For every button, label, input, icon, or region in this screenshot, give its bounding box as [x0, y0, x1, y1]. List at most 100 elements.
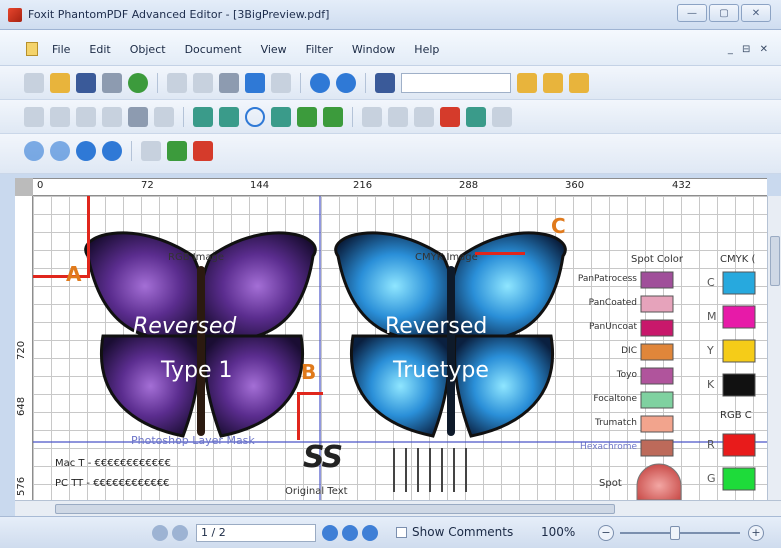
horizontal-scrollbar[interactable] [15, 500, 781, 516]
zoom-out-icon[interactable] [336, 73, 356, 93]
ellipse-tool-icon[interactable] [245, 107, 265, 127]
status-end-icon[interactable] [362, 525, 378, 541]
menu-object[interactable]: Object [130, 43, 166, 56]
horizontal-ruler: 0 72 144 216 288 360 432 [15, 178, 767, 196]
swatch-letter: M [707, 310, 717, 323]
text-format-icon[interactable] [102, 107, 122, 127]
arrange-icon[interactable] [414, 107, 434, 127]
find-previous-icon[interactable] [517, 73, 537, 93]
spot-dome-sample [636, 463, 682, 500]
annotation-b-vertical-line [297, 392, 300, 440]
zoom-slider-thumb[interactable] [670, 526, 680, 540]
menu-file[interactable]: File [52, 43, 70, 56]
find-options-icon[interactable] [569, 73, 589, 93]
menu-document[interactable]: Document [185, 43, 242, 56]
spot-name: PanCoated [588, 298, 637, 308]
menu-view[interactable]: View [261, 43, 287, 56]
ruler-tick: 360 [565, 180, 585, 191]
add-text-icon[interactable] [128, 107, 148, 127]
properties-icon[interactable] [492, 107, 512, 127]
find-next-icon[interactable] [543, 73, 563, 93]
select-tool-icon[interactable] [193, 107, 213, 127]
menu-filter[interactable]: Filter [306, 43, 333, 56]
menu-help[interactable]: Help [414, 43, 439, 56]
zoom-slider-track[interactable] [620, 532, 740, 534]
text-object-icon[interactable] [24, 107, 44, 127]
status-next-page-icon[interactable] [322, 525, 338, 541]
find-input[interactable] [401, 73, 511, 93]
show-comments-checkbox[interactable] [396, 527, 407, 538]
shape-tool-icon[interactable] [271, 107, 291, 127]
ruler-tick: 288 [459, 180, 479, 191]
status-last-page-icon[interactable] [342, 525, 358, 541]
rgb-image-label: RGB Image [168, 252, 225, 263]
cut-icon[interactable] [167, 73, 187, 93]
text-frame-icon[interactable] [154, 107, 174, 127]
toolbar-separator [131, 141, 132, 161]
vertical-scroll-thumb[interactable] [770, 236, 780, 286]
join-text-icon[interactable] [50, 107, 70, 127]
minimize-button[interactable]: — [677, 4, 707, 22]
cmyk-rgb-swatches [722, 271, 756, 491]
layer-mask-label: Photoshop Layer Mask [131, 434, 255, 447]
toolbar-separator [352, 107, 353, 127]
print-icon[interactable] [102, 73, 122, 93]
undo-icon[interactable] [245, 73, 265, 93]
info-icon[interactable] [128, 73, 148, 93]
butterfly2-text-line2: Truetype [393, 358, 489, 383]
first-page-icon[interactable] [24, 141, 44, 161]
new-document-icon[interactable] [24, 73, 44, 93]
zoom-in-button[interactable]: + [748, 525, 764, 541]
document-canvas[interactable]: RGB Image CMYK Image Reversed Type 1 Rev… [33, 196, 767, 500]
ruler-tick: 72 [141, 180, 154, 191]
align-icon[interactable] [362, 107, 382, 127]
transform-icon[interactable] [466, 107, 486, 127]
vertical-ruler: 720 648 576 [15, 196, 33, 500]
document-window-controls[interactable]: _ ⊟ ✕ [728, 44, 771, 55]
redo-icon[interactable] [271, 73, 291, 93]
menu-window[interactable]: Window [352, 43, 395, 56]
marquee-tool-icon[interactable] [219, 107, 239, 127]
image-add-icon[interactable] [297, 107, 317, 127]
ruler-corner [15, 178, 33, 196]
horizontal-scroll-thumb[interactable] [55, 504, 615, 514]
status-bar: 1 / 2 Show Comments 100% − + [0, 516, 781, 548]
maximize-button[interactable]: ▢ [709, 4, 739, 22]
zoom-in-icon[interactable] [310, 73, 330, 93]
status-first-page-icon[interactable] [152, 525, 168, 541]
page-thumbnail-icon[interactable] [141, 141, 161, 161]
swatch-letter: R [707, 438, 715, 451]
pc-font-sample: PC TT - €€€€€€€€€€€€ [55, 478, 170, 489]
vertical-scrollbar[interactable] [767, 196, 781, 500]
toolbar-navigation [0, 134, 781, 174]
previous-page-icon[interactable] [50, 141, 70, 161]
close-button[interactable]: ✕ [741, 4, 771, 22]
annotation-c-label: C [551, 214, 566, 238]
menu-bar: File Edit Object Document View Filter Wi… [0, 30, 781, 66]
butterfly1-text-line1: Reversed [133, 314, 237, 339]
layer-icon[interactable] [388, 107, 408, 127]
save-icon[interactable] [76, 73, 96, 93]
original-text-label: Original Text [285, 486, 348, 497]
delete-object-icon[interactable] [440, 107, 460, 127]
copy-icon[interactable] [193, 73, 213, 93]
binoculars-find-icon[interactable] [375, 73, 395, 93]
zoom-out-button[interactable]: − [598, 525, 614, 541]
delete-page-icon[interactable] [193, 141, 213, 161]
open-folder-icon[interactable] [50, 73, 70, 93]
next-page-icon[interactable] [76, 141, 96, 161]
image-edit-icon[interactable] [323, 107, 343, 127]
status-prev-page-icon[interactable] [172, 525, 188, 541]
annotation-c-line [475, 252, 525, 255]
ruler-tick: 216 [353, 180, 373, 191]
swatch-letter: G [707, 472, 716, 485]
title-bar: Foxit PhantomPDF Advanced Editor - [3Big… [0, 0, 781, 30]
menu-edit[interactable]: Edit [89, 43, 110, 56]
ruler-tick: 576 [16, 476, 27, 496]
split-text-icon[interactable] [76, 107, 96, 127]
page-number-input[interactable]: 1 / 2 [196, 524, 316, 542]
document-icon[interactable] [26, 42, 38, 56]
paste-icon[interactable] [219, 73, 239, 93]
insert-page-icon[interactable] [167, 141, 187, 161]
last-page-icon[interactable] [102, 141, 122, 161]
